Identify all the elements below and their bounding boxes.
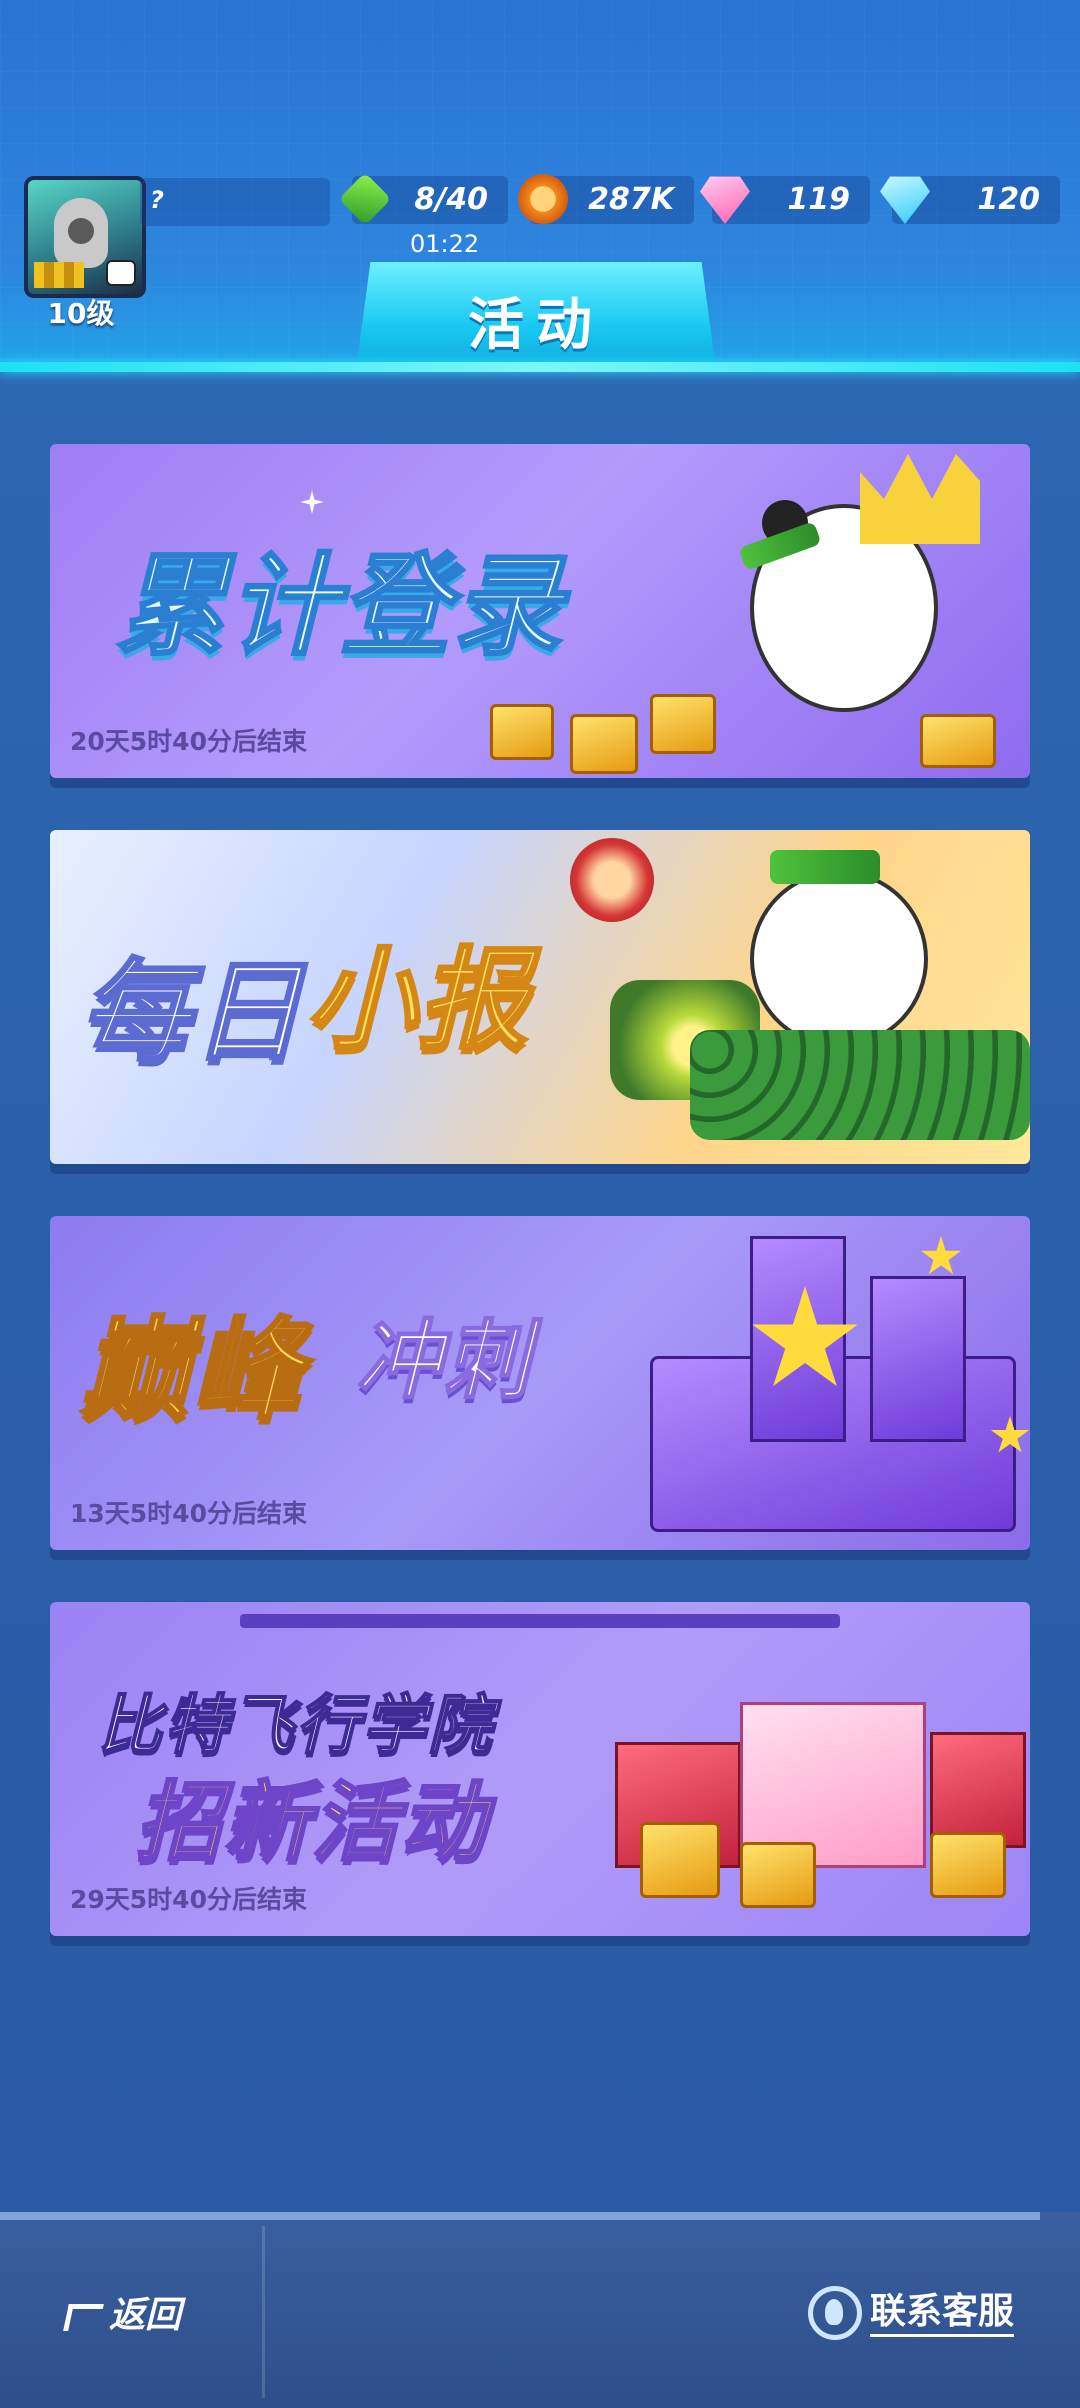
avatar-panda-icon xyxy=(106,260,136,286)
banner-title: 累计登录 xyxy=(115,541,564,672)
gold-box-icon xyxy=(490,704,554,760)
gem-stat[interactable]: 119 xyxy=(700,176,870,224)
star-icon xyxy=(920,1236,962,1275)
energy-stat[interactable]: 8/40 xyxy=(338,172,508,226)
footer-separator xyxy=(262,2226,265,2398)
player-avatar[interactable] xyxy=(24,176,146,298)
banner-countdown: 20天5时40分后结束 xyxy=(70,727,307,756)
banner-peak-sprint[interactable]: 巅峰 冲刺 13天5时40分后结束 xyxy=(50,1216,1030,1550)
diamond-stat[interactable]: 120 xyxy=(880,176,1060,224)
contact-support-button[interactable]: 联系客服 xyxy=(807,2282,1014,2340)
banner-title-part2: 冲刺 xyxy=(355,1310,532,1412)
coin-icon xyxy=(518,174,568,224)
banner-title-part1: 每日 xyxy=(79,947,304,1078)
banner-top-bar xyxy=(240,1614,840,1628)
energy-value: 8/40 xyxy=(414,182,488,217)
banner-countdown: 29天5时40分后结束 xyxy=(70,1885,307,1914)
gold-box-icon xyxy=(570,714,638,774)
back-arrow-icon xyxy=(63,2303,104,2331)
banner-recruitment[interactable]: 比特飞行学院 招新活动 29天5时40分后结束 xyxy=(50,1602,1030,1936)
avatar-face xyxy=(54,198,108,268)
panda-illustration xyxy=(750,870,928,1048)
gold-box-icon xyxy=(640,1822,720,1898)
diamond-value: 120 xyxy=(977,182,1040,217)
sparkle-icon xyxy=(300,490,324,514)
bamboo-tread-illustration xyxy=(690,1030,1030,1140)
food-bowl-icon xyxy=(570,838,654,922)
gold-box-icon xyxy=(740,1842,816,1908)
header-divider-line xyxy=(0,362,1080,372)
player-name-box xyxy=(140,178,330,226)
back-button[interactable]: 返回 xyxy=(63,2286,182,2336)
footer-divider-line xyxy=(0,2212,1040,2220)
banner-title-part2: 小报 xyxy=(305,935,530,1066)
coin-value: 287K xyxy=(588,182,674,217)
support-label: 联系客服 xyxy=(869,2291,1014,2337)
avatar-gold-decoration xyxy=(34,262,84,288)
support-headset-icon xyxy=(807,2286,862,2340)
banner-countdown: 13天5时40分后结束 xyxy=(70,1499,307,1528)
player-level: 10级 xyxy=(47,297,115,330)
gold-box-icon xyxy=(650,694,716,754)
gold-box-icon xyxy=(920,714,996,768)
banner-daily-news[interactable]: 每日 小报 xyxy=(50,830,1030,1164)
gem-value: 119 xyxy=(787,182,850,217)
banner-title-part1: 巅峰 xyxy=(79,1305,304,1436)
gold-box-icon xyxy=(930,1832,1006,1898)
bamboo-icon xyxy=(770,850,880,884)
player-name: ? xyxy=(150,186,164,214)
coin-stat[interactable]: 287K xyxy=(518,174,694,224)
banner-title-line2: 招新活动 xyxy=(135,1772,488,1875)
energy-timer: 01:22 xyxy=(410,230,480,258)
gift-box-icon xyxy=(930,1732,1026,1848)
page-title: 活动 xyxy=(468,293,604,358)
castle-tower xyxy=(870,1276,966,1442)
crown-icon xyxy=(860,454,980,544)
banner-cumulative-login[interactable]: 累计登录 20天5时40分后结束 xyxy=(50,444,1030,778)
back-label: 返回 xyxy=(109,2295,182,2336)
